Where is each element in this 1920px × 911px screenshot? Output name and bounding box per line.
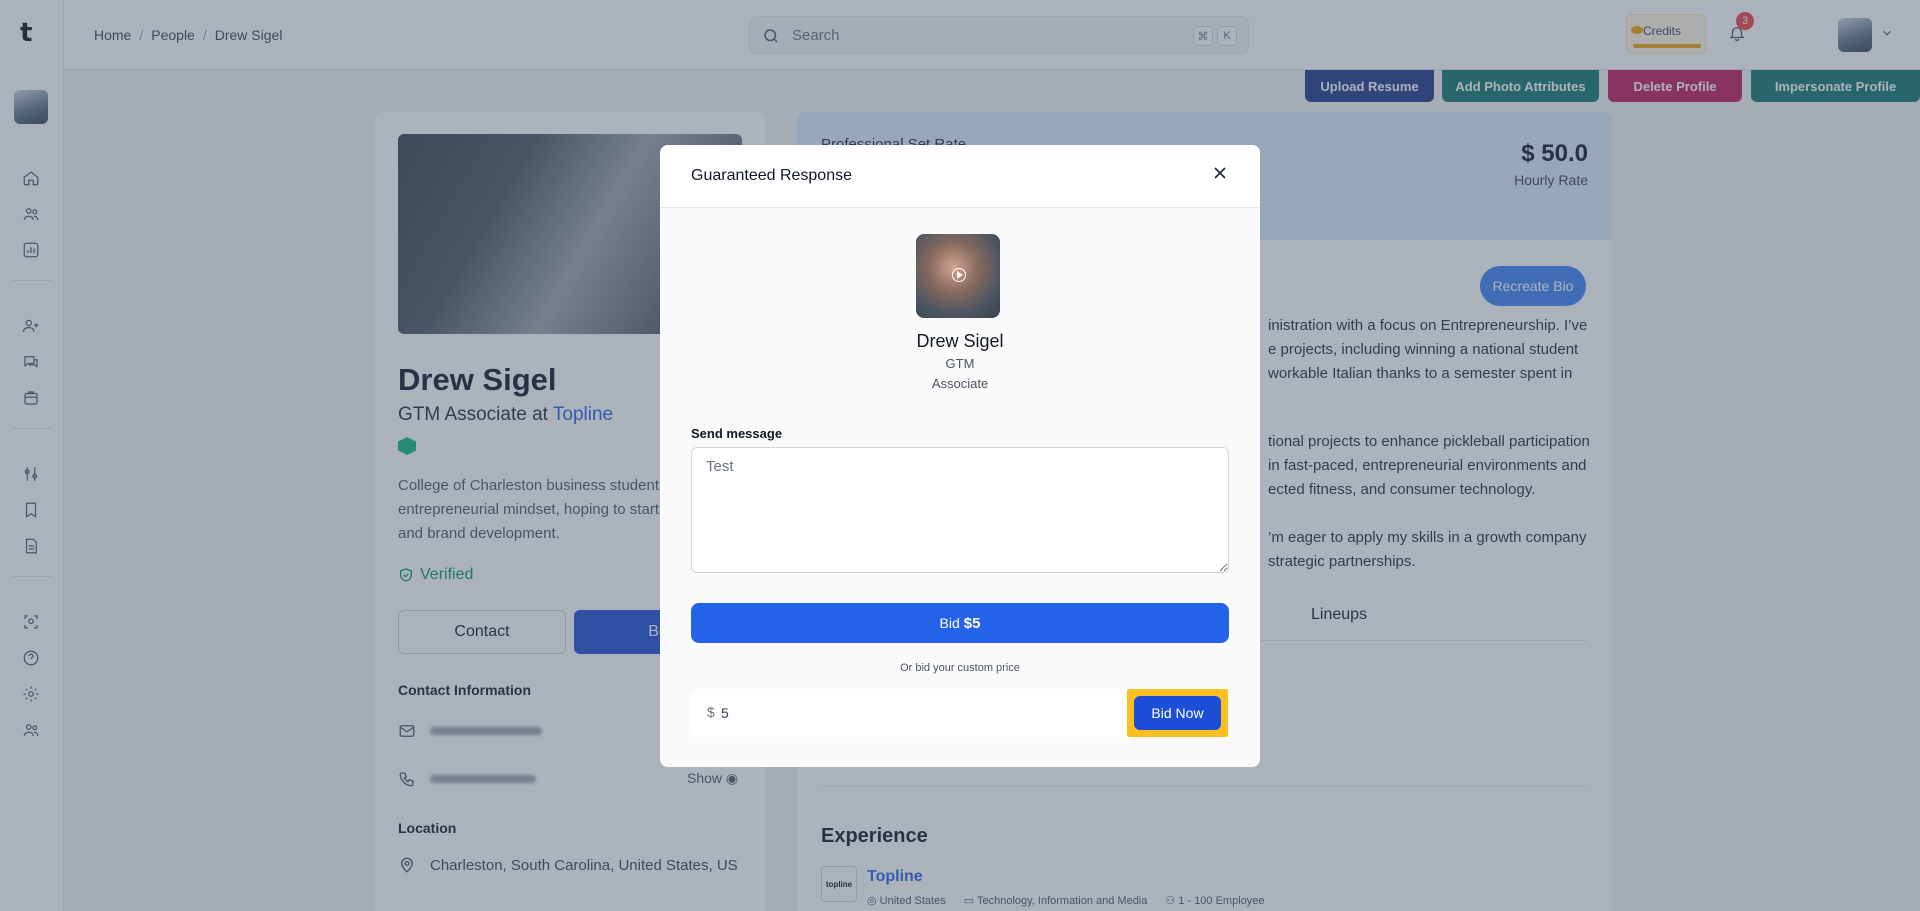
message-label: Send message	[691, 426, 783, 441]
modal-header: Guaranteed Response	[660, 145, 1260, 208]
custom-bid-row: $ Bid Now	[691, 689, 1229, 737]
message-textarea[interactable]	[691, 447, 1229, 573]
currency-symbol: $	[707, 704, 715, 720]
close-icon[interactable]	[1207, 160, 1233, 186]
modal-title: Guaranteed Response	[691, 167, 852, 184]
recipient-role-line-2: Associate	[931, 376, 989, 391]
bid-now-button[interactable]: Bid Now	[1134, 696, 1221, 730]
recipient-name: Drew Sigel	[916, 331, 1004, 351]
bid-button-amount: $5	[963, 614, 981, 632]
recipient-role-line-1: GTM	[945, 356, 975, 371]
recipient-video-thumbnail[interactable]	[916, 234, 1000, 318]
guaranteed-response-modal: Guaranteed Response Drew Sigel GTM Assoc…	[660, 145, 1260, 767]
play-icon[interactable]	[952, 268, 966, 282]
bid-fixed-button[interactable]: Bid $5	[691, 603, 1229, 643]
bid-button-prefix: Bid	[939, 615, 960, 631]
custom-price-hint: Or bid your custom price	[900, 662, 1020, 674]
custom-bid-input[interactable]	[721, 697, 1021, 729]
